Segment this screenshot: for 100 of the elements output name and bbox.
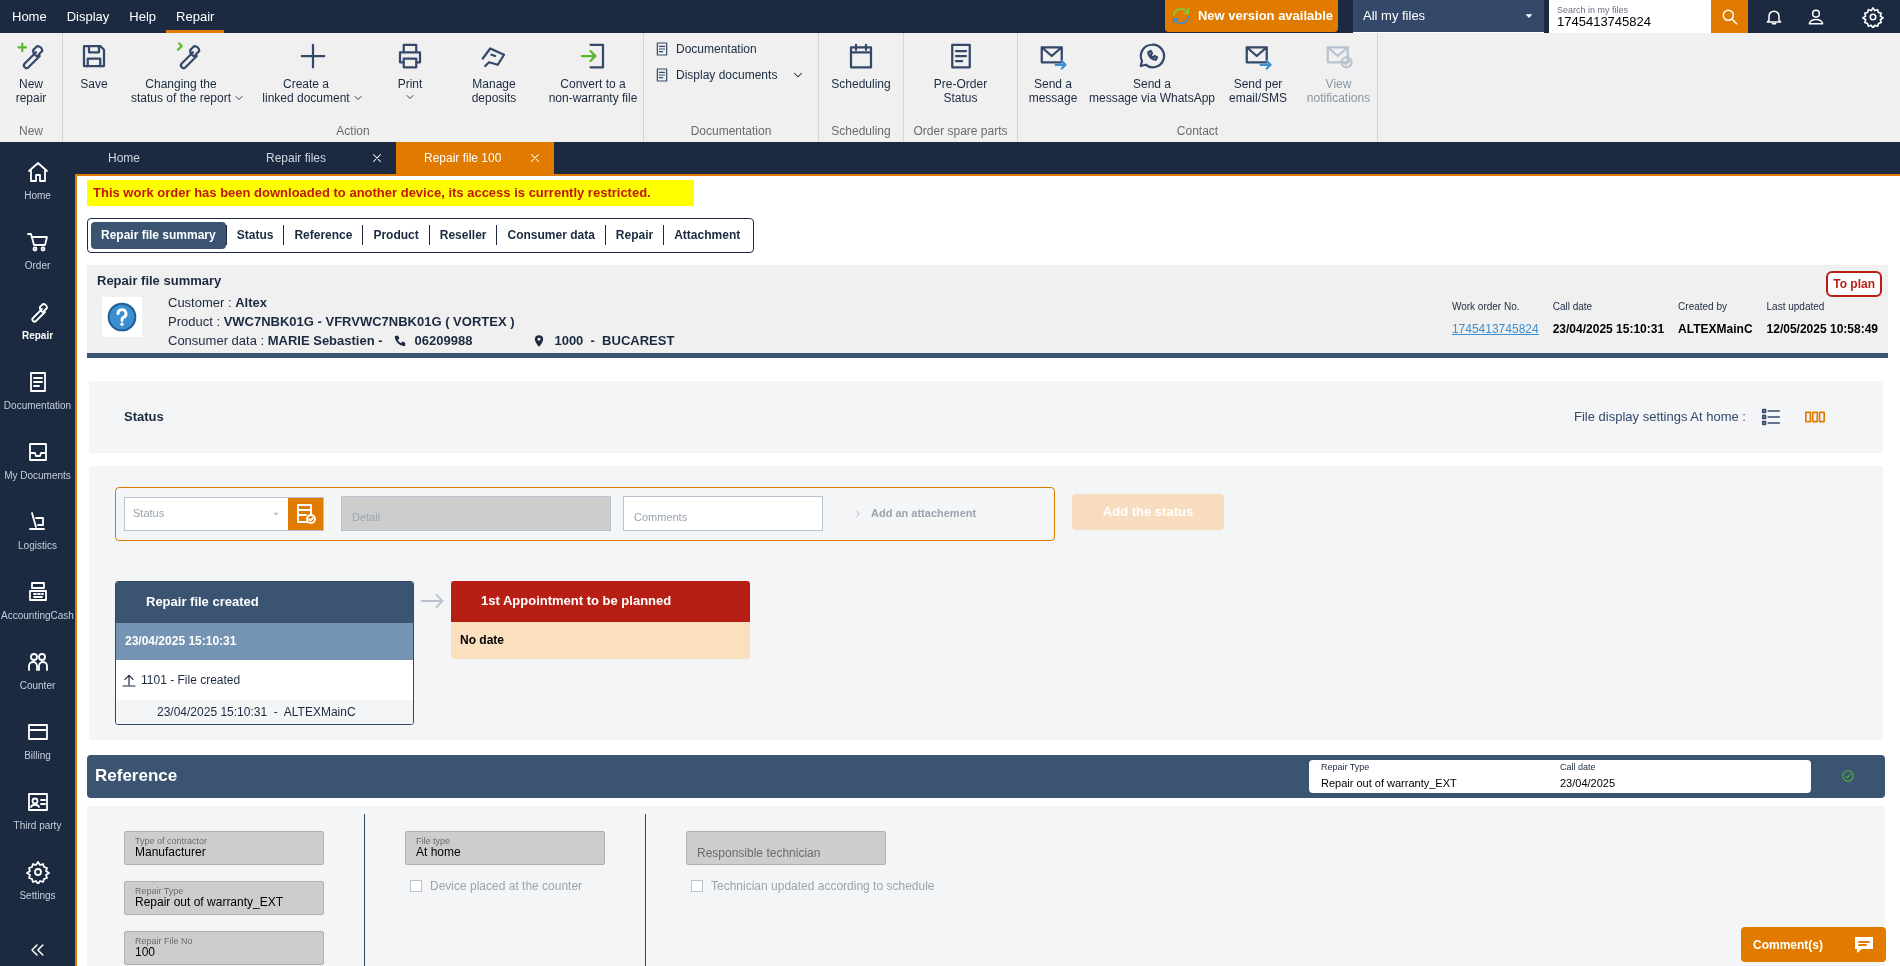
sidebar-item[interactable]: Settings: [0, 860, 75, 930]
ribbon-group-title: Documentation: [689, 123, 773, 140]
section-title: Status: [124, 407, 164, 426]
comments-field[interactable]: Comments: [623, 496, 823, 531]
house-icon: [25, 160, 50, 184]
search-button[interactable]: [1711, 0, 1748, 33]
check-circle-icon: [1841, 769, 1855, 783]
ribbon-button[interactable]: New repair: [0, 33, 62, 122]
ribbon-button[interactable]: Send a message via WhatsApp: [1088, 33, 1216, 122]
section-tab[interactable]: Reseller: [429, 221, 497, 249]
ribbon-button[interactable]: Create a linked document: [251, 33, 375, 122]
close-icon: [370, 151, 384, 165]
display-settings-label: File display settings At home :: [1574, 407, 1746, 426]
phone-icon: [392, 333, 407, 348]
id-card-icon: [25, 790, 50, 814]
summary-title: Repair file summary: [97, 271, 223, 290]
settings-button[interactable]: [1862, 5, 1884, 28]
sidebar-item[interactable]: Third party: [0, 790, 75, 860]
summary-value: 23/04/2025: [1560, 775, 1617, 791]
meta-label: Work order No.: [1451, 299, 1521, 314]
section-tab[interactable]: Attachment: [664, 221, 751, 249]
section-tab[interactable]: Consumer data: [497, 221, 605, 249]
ribbon-group-title: Action: [335, 123, 371, 140]
ribbon-button[interactable]: Send a message: [1018, 33, 1088, 122]
scope-dropdown[interactable]: All my files: [1353, 0, 1544, 33]
document-icon: [654, 41, 670, 57]
search-field[interactable]: Search in my files 1745413745824: [1549, 0, 1711, 33]
section-tab[interactable]: Reference: [284, 221, 363, 249]
cart-icon: [25, 230, 50, 254]
section-tab[interactable]: Repair: [605, 221, 664, 249]
section-tab[interactable]: Repair file summary: [91, 221, 226, 249]
sidebar-item[interactable]: Repair: [0, 300, 75, 370]
card-date: 23/04/2025 15:10:31: [116, 622, 413, 660]
checkbox[interactable]: [410, 879, 422, 892]
form-field[interactable]: Type of contractor Manufacturer: [124, 830, 324, 865]
ribbon-button[interactable]: Changing the status of the report: [125, 33, 251, 122]
sidebar-item[interactable]: My Documents: [0, 440, 75, 510]
close-icon: [528, 151, 542, 165]
ribbon-button[interactable]: Print: [375, 33, 445, 122]
form-field[interactable]: Responsible technician: [686, 830, 886, 865]
card-title: Repair file created: [116, 581, 413, 623]
ribbon-button[interactable]: Pre-Order Status: [904, 33, 1017, 122]
checkbox[interactable]: [691, 879, 703, 892]
customer-line: Customer : Altex: [168, 294, 268, 312]
tab[interactable]: Repair files: [238, 142, 396, 174]
sidebar-item[interactable]: Billing: [0, 720, 75, 790]
ribbon-group-title: Order spare parts: [912, 123, 1009, 140]
ribbon-button[interactable]: Send per email/SMS: [1216, 33, 1300, 122]
meta-label: Created by: [1678, 299, 1729, 314]
consumer-line: Consumer data : MARIE Sebastien -: [168, 332, 383, 350]
menu-item[interactable]: Home: [2, 0, 57, 33]
ribbon-button[interactable]: Scheduling: [819, 33, 903, 122]
meta-label: Last updated: [1766, 299, 1826, 314]
ribbon-button[interactable]: Convert to a non-warranty file: [543, 33, 643, 122]
ribbon-group-title: New: [18, 123, 44, 140]
section-tab[interactable]: Status: [226, 221, 284, 249]
sidebar-item[interactable]: AccountingCash: [0, 580, 75, 650]
checkbox-label: Technician updated according to schedule: [711, 877, 935, 895]
event-title: 1101 - File created: [141, 671, 241, 689]
settings-icon: [25, 860, 50, 884]
summary-label: Repair Type: [1321, 761, 1371, 774]
sidebar-item[interactable]: Documentation: [0, 370, 75, 440]
document-icon: [654, 67, 670, 83]
sidebar-item[interactable]: Order: [0, 230, 75, 300]
menu-item[interactable]: Display: [56, 0, 120, 33]
meta-value: 12/05/2025 10:58:49: [1766, 320, 1878, 338]
meta-value: 23/04/2025 15:10:31: [1552, 320, 1665, 338]
address: 1000 - BUCAREST: [554, 332, 675, 350]
menu-item[interactable]: Help: [119, 0, 167, 33]
ribbon-button[interactable]: Save: [63, 33, 125, 122]
form-field[interactable]: Repair File No 100: [124, 930, 324, 965]
summary-label: Call date: [1560, 761, 1597, 774]
sidebar-item[interactable]: Logistics: [0, 510, 75, 580]
section-tab[interactable]: Product: [363, 221, 429, 249]
people-icon: [25, 650, 50, 674]
summary-value: Repair out of warranty_EXT: [1321, 775, 1458, 791]
ribbon-button[interactable]: Documentation: [654, 38, 808, 60]
tab[interactable]: Home: [80, 142, 238, 174]
sidebar-item[interactable]: Counter: [0, 650, 75, 720]
status-badge: To plan: [1826, 270, 1882, 297]
ribbon-button[interactable]: Display documents: [654, 64, 808, 86]
chat-bubble-icon: [1137, 41, 1167, 71]
ribbon-button[interactable]: Manage deposits: [445, 33, 543, 122]
settings-icon: [1862, 5, 1884, 28]
card-date: No date: [451, 621, 750, 659]
ribbon-group-title: Contact: [1175, 123, 1220, 140]
event-meta: 23/04/2025 15:10:31 - ALTEXMainC: [157, 703, 356, 721]
meta-label: Call date: [1552, 299, 1594, 314]
checkbox-label: Device placed at the counter: [430, 877, 583, 895]
sidebar-item[interactable]: Home: [0, 160, 75, 230]
phone-number: 06209988: [414, 332, 473, 350]
help-icon: [102, 297, 142, 337]
product-line: Product : VWC7NBK01G - VFRVWC7NBK01G ( VORTEX ): [168, 313, 516, 331]
card-title: 1st Appointment to be planned: [451, 580, 750, 622]
form-field[interactable]: Repair Type Repair out of warranty_EXT: [124, 880, 324, 915]
form-field[interactable]: File type At home: [405, 830, 605, 865]
chevron-right-icon: [853, 508, 863, 519]
section-title: Reference: [95, 765, 178, 788]
warning-banner: This work order has been downloaded to another device, its access is currently restricted.: [87, 180, 694, 206]
ribbon-group-title: Scheduling: [830, 123, 892, 140]
